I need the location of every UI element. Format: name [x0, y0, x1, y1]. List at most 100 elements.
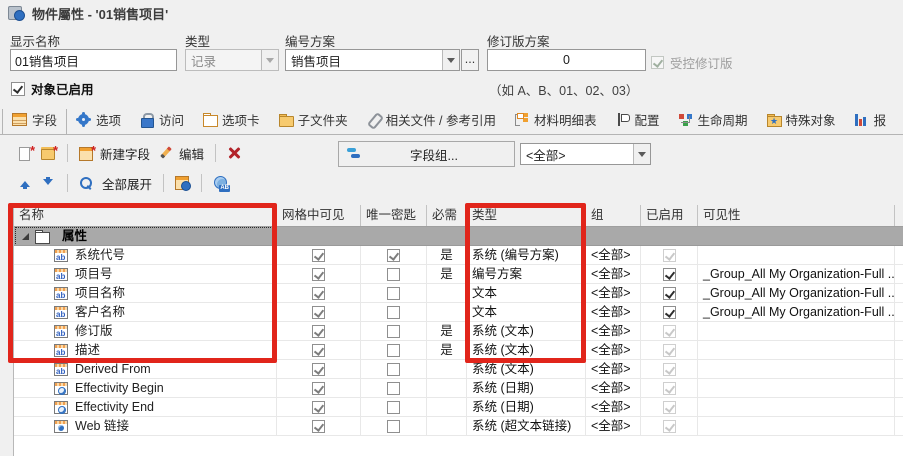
table-row: 修订版是系统 (文本)<全部>: [14, 322, 903, 341]
unique-key-cell: [361, 246, 427, 264]
visibility-cell: [698, 398, 895, 416]
unique-key-checkbox[interactable]: [387, 287, 400, 300]
group-row-name-cell[interactable]: 属性: [14, 227, 277, 245]
group-focus-box: 属性: [16, 228, 276, 245]
column-header-en[interactable]: 已启用: [641, 205, 698, 226]
field-info-button[interactable]: [171, 174, 194, 192]
table-row: 属性: [14, 227, 903, 246]
new-field-button[interactable]: 新建字段: [75, 142, 154, 165]
display-name-input[interactable]: [10, 49, 177, 71]
globe-ab-icon: [213, 176, 228, 190]
grid-visible-cell: [277, 303, 361, 321]
translate-button[interactable]: [209, 174, 232, 192]
numbering-scheme-arrow-icon[interactable]: [442, 50, 459, 70]
enabled-checkbox: [663, 382, 676, 395]
unique-key-checkbox[interactable]: [387, 420, 400, 433]
unique-key-cell: [361, 303, 427, 321]
revision-scheme-input[interactable]: [487, 49, 646, 71]
enabled-cell: [641, 246, 698, 264]
enabled-cell: [641, 265, 698, 283]
grid-visible-checkbox[interactable]: [312, 420, 325, 433]
move-down-button[interactable]: [37, 174, 60, 192]
column-header-group[interactable]: 组: [586, 205, 641, 226]
field-name-cell[interactable]: 客户名称: [14, 303, 277, 321]
field-name-cell[interactable]: 系统代号: [14, 246, 277, 264]
column-header-grid[interactable]: 网格中可见: [277, 205, 361, 226]
tab-options[interactable]: 选项: [67, 109, 130, 134]
tab-special-objects[interactable]: 特殊对象: [757, 109, 845, 134]
tab-access[interactable]: 访问: [130, 109, 193, 134]
move-up-button[interactable]: [14, 174, 37, 192]
grid-visible-checkbox[interactable]: [312, 268, 325, 281]
field-name-label: 客户名称: [75, 303, 125, 321]
column-header-type[interactable]: 类型: [467, 205, 586, 226]
enabled-checkbox[interactable]: [663, 306, 676, 319]
unique-key-checkbox[interactable]: [387, 249, 400, 262]
column-header-vis[interactable]: 可见性: [698, 205, 895, 226]
controlled-revision-checkbox: [651, 56, 664, 69]
field-name-cell[interactable]: 修订版: [14, 322, 277, 340]
tab-lifecycle[interactable]: 生命周期: [669, 109, 757, 134]
unique-key-checkbox[interactable]: [387, 344, 400, 357]
expand-all-button[interactable]: 全部展开: [98, 172, 156, 195]
object-enabled-checkbox-row: 对象已启用: [11, 79, 94, 98]
enabled-cell: [641, 360, 698, 378]
group-cell: <全部>: [586, 398, 641, 416]
unique-key-checkbox[interactable]: [387, 401, 400, 414]
type-cell: 系统 (编号方案): [467, 246, 586, 264]
unique-key-checkbox[interactable]: [387, 306, 400, 319]
expand-collapse-icon[interactable]: [22, 233, 29, 240]
fields-toolbar-main: 新建字段 编辑: [0, 140, 246, 166]
column-header-req[interactable]: 必需: [427, 205, 467, 226]
field-group-filter-arrow-icon[interactable]: [633, 144, 650, 164]
empty-cell: [467, 227, 586, 245]
grid-visible-checkbox[interactable]: [312, 382, 325, 395]
column-header-name[interactable]: 名称: [14, 205, 277, 226]
search-button[interactable]: [75, 174, 98, 192]
unique-key-checkbox[interactable]: [387, 382, 400, 395]
field-name-label: 描述: [75, 341, 100, 359]
enabled-cell: [641, 379, 698, 397]
grid-visible-checkbox[interactable]: [312, 325, 325, 338]
enabled-checkbox[interactable]: [663, 287, 676, 300]
grid-visible-checkbox[interactable]: [312, 363, 325, 376]
edit-button[interactable]: 编辑: [154, 142, 208, 165]
new-group-button[interactable]: [37, 144, 60, 162]
unique-key-cell: [361, 379, 427, 397]
unique-key-checkbox[interactable]: [387, 268, 400, 281]
visibility-cell: [698, 322, 895, 340]
tab-tab-pages[interactable]: 选项卡: [193, 109, 269, 134]
grid-visible-checkbox[interactable]: [312, 344, 325, 357]
tab-related-files[interactable]: 相关文件 / 参考引用: [357, 109, 505, 134]
grid-visible-checkbox[interactable]: [312, 287, 325, 300]
column-header-uniq[interactable]: 唯一密匙: [361, 205, 427, 226]
tab-reports[interactable]: 报: [845, 109, 896, 134]
field-name-cell[interactable]: Effectivity Begin: [14, 379, 277, 397]
numbering-scheme-browse-button[interactable]: ...: [461, 49, 479, 71]
grid-visible-checkbox[interactable]: [312, 401, 325, 414]
grid-visible-cell: [277, 265, 361, 283]
numbering-scheme-select[interactable]: 销售项目: [285, 49, 460, 71]
object-enabled-checkbox[interactable]: [11, 82, 25, 96]
field-name-cell[interactable]: 项目名称: [14, 284, 277, 302]
field-name-cell[interactable]: 描述: [14, 341, 277, 359]
grid-visible-checkbox[interactable]: [312, 249, 325, 262]
unique-key-checkbox[interactable]: [387, 363, 400, 376]
tab-configuration[interactable]: 配置: [606, 109, 669, 134]
visibility-cell: _Group_All My Organization-Full ...: [698, 284, 895, 302]
field-name-cell[interactable]: Derived From: [14, 360, 277, 378]
tab-subfolders[interactable]: 子文件夹: [269, 109, 357, 134]
tab-fields[interactable]: 字段: [2, 109, 67, 135]
field-name-cell[interactable]: 项目号: [14, 265, 277, 283]
grid-visible-checkbox[interactable]: [312, 306, 325, 319]
delete-button[interactable]: [223, 144, 246, 162]
field-group-filter-select[interactable]: <全部>: [520, 143, 651, 165]
tab-bom[interactable]: 材料明细表: [505, 109, 606, 134]
object-properties-icon: [8, 5, 25, 21]
field-name-cell[interactable]: Effectivity End: [14, 398, 277, 416]
field-name-cell[interactable]: Web 链接: [14, 417, 277, 435]
unique-key-checkbox[interactable]: [387, 325, 400, 338]
new-item-button[interactable]: [14, 144, 37, 162]
field-group-button[interactable]: 字段组...: [338, 141, 515, 167]
enabled-checkbox[interactable]: [663, 268, 676, 281]
